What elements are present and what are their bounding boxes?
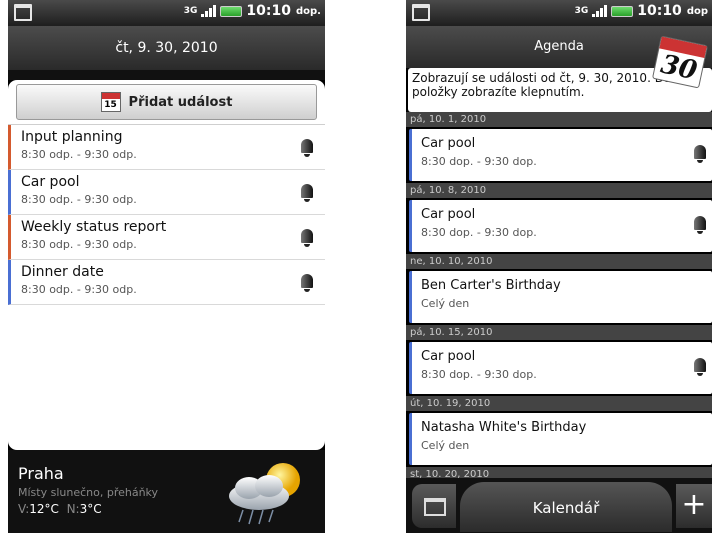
agenda-item[interactable]: Car pool 8:30 dop. - 9:30 dop. [409,129,712,181]
reminder-bell-icon [692,356,708,376]
event-title: Input planning [21,129,123,145]
temp-low: 3°C [79,502,102,516]
reminder-bell-icon [299,272,315,292]
event-title: Natasha White's Birthday [421,420,587,435]
agenda-item[interactable]: Car pool 8:30 dop. - 9:30 dop. [409,200,712,252]
event-title: Dinner date [21,264,104,280]
day-header: pá, 10. 1, 2010 [406,112,712,127]
calendar-tab[interactable]: Kalendář [460,482,672,532]
event-title: Car pool [421,207,476,222]
event-title: Car pool [21,174,80,190]
agenda-title: Agenda [534,39,584,54]
agenda-header: Agenda 9 30 [406,26,712,89]
reminder-bell-icon [299,137,315,157]
battery-icon [611,5,634,17]
event-time: 8:30 dop. - 9:30 dop. [421,155,537,168]
reminder-bell-icon [299,227,315,247]
event-title: Weekly status report [21,219,167,235]
reminder-bell-icon [299,182,315,202]
event-time: 8:30 odp. - 9:30 odp. [21,238,137,251]
agenda-screen: 3G 10:10 dop Agenda 9 30 Zobrazují se udál… [406,0,712,533]
calendar-grid-icon [424,498,446,516]
calendar-notification-icon [412,4,430,21]
reminder-bell-icon [692,214,708,234]
day-header: út, 10. 19, 2010 [406,396,712,411]
agenda-item[interactable]: Natasha White's Birthday Celý den [409,413,712,465]
day-header: pá, 10. 15, 2010 [406,325,712,340]
event-title: Car pool [421,349,476,364]
events-panel: 15 Přidat událost Input planning 8:30 odp… [8,80,325,450]
event-time: 8:30 odp. - 9:30 odp. [21,283,137,296]
status-ampm: dop. [296,5,321,17]
event-item[interactable]: Dinner date 8:30 odp. - 9:30 odp. [8,260,325,305]
add-button[interactable]: + [676,484,712,528]
event-time: 8:30 dop. - 9:30 dop. [421,368,537,381]
agenda-item[interactable]: Ben Carter's Birthday Celý den [409,271,712,323]
battery-icon [220,5,243,17]
add-event-button[interactable]: 15 Přidat událost [16,84,317,120]
status-bar: 3G 10:10 dop. [8,0,325,26]
date-header: čt, 9. 30, 2010 [8,26,325,70]
event-title: Ben Carter's Birthday [421,278,561,293]
calendar-notification-icon [14,4,32,21]
day-header: pá, 10. 8, 2010 [406,183,712,198]
event-time: 8:30 odp. - 9:30 odp. [21,193,137,206]
event-item[interactable]: Input planning 8:30 odp. - 9:30 odp. [8,125,325,170]
agenda-item[interactable]: Car pool 8:30 dop. - 9:30 dop. [409,342,712,394]
calendar-view-button[interactable] [412,484,456,528]
temp-high: 12°C [29,502,59,516]
day-view-screen: 3G 10:10 dop. čt, 9. 30, 2010 15 Přidat u… [8,0,325,533]
event-title: Car pool [421,136,476,151]
reminder-bell-icon [692,143,708,163]
signal-icon [201,5,217,17]
network-3g-icon: 3G [574,6,589,16]
event-item[interactable]: Car pool 8:30 odp. - 9:30 odp. [8,170,325,215]
status-time: 10:10 [637,3,682,19]
weather-widget[interactable]: Praha Místy slunečno, přeháňky V:12°C N:… [8,450,325,533]
agenda-list: pá, 10. 1, 2010 Car pool 8:30 dop. - 9:30 … [406,112,712,465]
event-time: 8:30 odp. - 9:30 odp. [21,148,137,161]
bottom-bar: Kalendář + [406,478,712,533]
status-bar: 3G 10:10 dop [406,0,712,26]
partly-cloudy-rain-icon [229,463,300,525]
network-3g-icon: 3G [183,6,198,16]
event-item[interactable]: Weekly status report 8:30 odp. - 9:30 odp… [8,215,325,260]
calendar-add-icon: 15 [100,92,121,112]
event-time: Celý den [421,439,470,452]
event-time: Celý den [421,297,470,310]
event-time: 8:30 dop. - 9:30 dop. [421,226,537,239]
event-list: Input planning 8:30 odp. - 9:30 odp. Car p… [8,124,325,305]
day-header: ne, 10. 10, 2010 [406,254,712,269]
signal-icon [592,5,608,17]
status-time: 10:10 [246,3,291,19]
add-event-label: Přidat událost [128,94,233,110]
status-ampm: dop [686,5,708,17]
